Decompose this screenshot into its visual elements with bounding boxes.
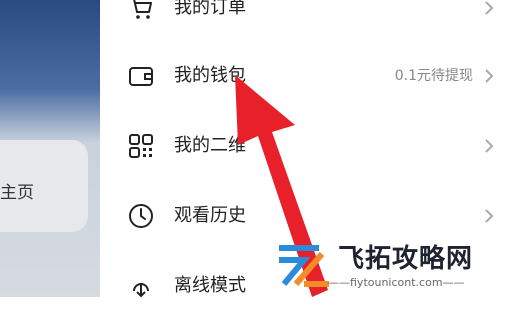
home-card[interactable]: 主页 [0, 140, 88, 232]
wallet-balance: 0.1元待提现 [394, 68, 473, 84]
site-logo-icon [279, 245, 329, 287]
download-icon [133, 283, 149, 298]
watermark-url: ——fiytounicont.com—— [328, 276, 465, 289]
chevron-right-icon [485, 209, 494, 223]
watermark: 飞拓攻略网 ——fiytounicont.com—— [270, 236, 513, 297]
qr-code-icon [129, 134, 153, 158]
chevron-right-icon [485, 69, 494, 83]
chevron-right-icon [485, 139, 494, 153]
chevron-right-icon [485, 1, 494, 15]
cart-icon [130, 0, 152, 19]
menu-item-wallet[interactable]: 我的钱包 0.1元待提现 [100, 41, 513, 111]
menu-item-label: 离线模式 [174, 275, 246, 296]
menu-item-label: 我的订单 [174, 0, 246, 18]
home-label: 主页 [0, 183, 34, 203]
menu-item-label: 我的二维 [174, 135, 246, 156]
wallet-icon [129, 67, 153, 86]
menu-item-qr-code[interactable]: 我的二维 [100, 111, 513, 181]
watermark-title: 飞拓攻略网 [338, 244, 474, 274]
clock-icon [129, 204, 153, 228]
menu-item-label: 观看历史 [174, 205, 246, 226]
menu-item-label: 我的钱包 [174, 65, 246, 86]
menu-item-orders[interactable]: 我的订单 [100, 0, 513, 43]
